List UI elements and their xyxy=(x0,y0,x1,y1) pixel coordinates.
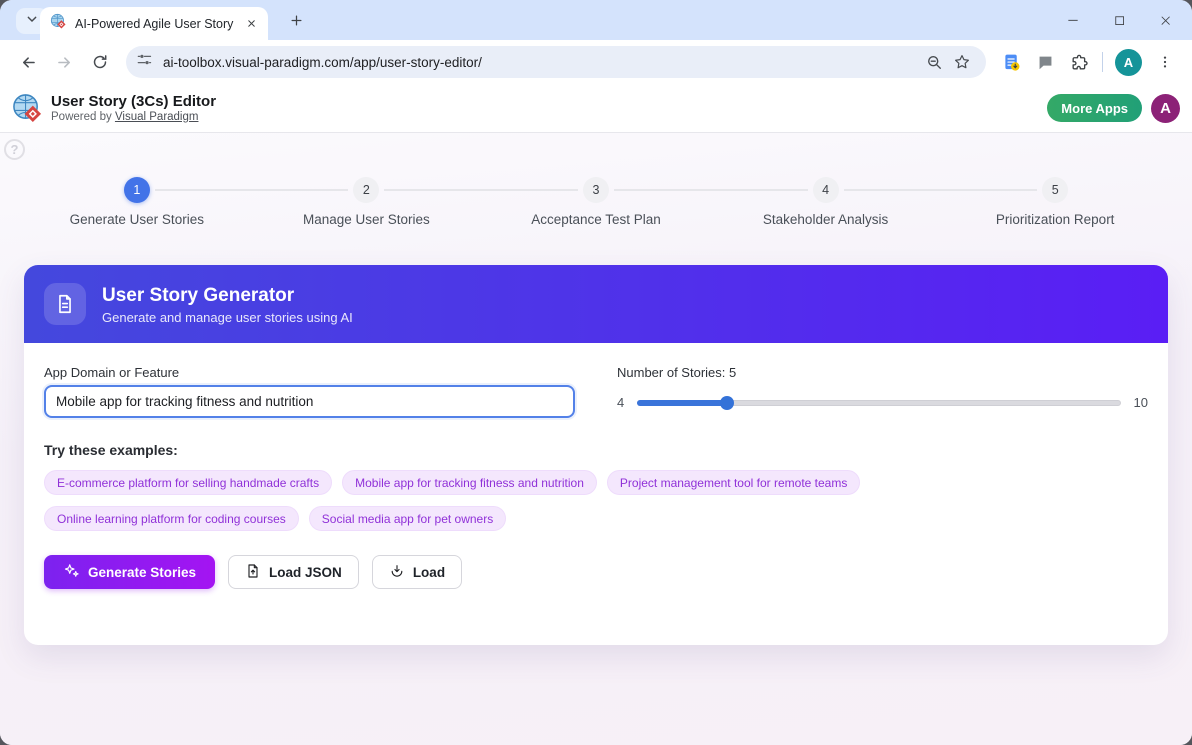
browser-tab[interactable]: AI-Powered Agile User Story 3C xyxy=(40,7,268,40)
action-buttons: Generate Stories Load JSON Load xyxy=(44,555,1148,589)
address-bar[interactable]: ai-toolbox.visual-paradigm.com/app/user-… xyxy=(126,46,986,78)
app-header: User Story (3Cs) Editor Powered by Visua… xyxy=(0,84,1192,133)
load-label: Load xyxy=(413,565,445,580)
plus-icon xyxy=(289,13,304,33)
browser-window: AI-Powered Agile User Story 3C ai-toolbo… xyxy=(0,0,1192,745)
header-right-cluster: More Apps A xyxy=(1047,94,1180,123)
sparkle-icon xyxy=(63,562,80,582)
document-icon xyxy=(44,283,86,325)
page-main: ? 1 Generate User Stories 2 Manage User … xyxy=(0,133,1192,745)
load-button[interactable]: Load xyxy=(372,555,462,589)
stories-slider[interactable] xyxy=(637,396,1120,410)
slider-thumb[interactable] xyxy=(720,396,734,410)
app-user-avatar[interactable]: A xyxy=(1151,94,1180,123)
tab-close-icon[interactable] xyxy=(242,15,260,33)
powered-by: Powered by Visual Paradigm xyxy=(51,110,216,124)
slider-min-label: 4 xyxy=(617,395,624,410)
example-chip[interactable]: E-commerce platform for selling handmade… xyxy=(44,470,332,495)
stories-field-group: Number of Stories: 5 4 10 xyxy=(617,365,1148,418)
tab-favicon-icon xyxy=(50,13,67,35)
step-number: 3 xyxy=(583,177,609,203)
step-label: Acceptance Test Plan xyxy=(531,212,661,227)
step-manage-user-stories[interactable]: 2 Manage User Stories xyxy=(252,177,482,227)
app-titles: User Story (3Cs) Editor Powered by Visua… xyxy=(51,93,216,124)
example-chip[interactable]: Project management tool for remote teams xyxy=(607,470,860,495)
example-chip[interactable]: Online learning platform for coding cour… xyxy=(44,506,299,531)
step-connector xyxy=(155,189,349,191)
tab-title: AI-Powered Agile User Story 3C xyxy=(75,17,236,31)
step-connector xyxy=(614,189,808,191)
card-banner: User Story Generator Generate and manage… xyxy=(24,265,1168,343)
step-number: 1 xyxy=(124,177,150,203)
step-connector xyxy=(844,189,1038,191)
url-text[interactable]: ai-toolbox.visual-paradigm.com/app/user-… xyxy=(163,55,920,70)
visual-paradigm-link[interactable]: Visual Paradigm xyxy=(115,111,199,123)
zoom-out-icon[interactable] xyxy=(920,48,948,76)
step-number: 5 xyxy=(1042,177,1068,203)
example-chips: E-commerce platform for selling handmade… xyxy=(44,470,1044,531)
new-tab-button[interactable] xyxy=(282,9,310,37)
load-json-label: Load JSON xyxy=(269,565,342,580)
step-label: Manage User Stories xyxy=(303,212,430,227)
site-settings-icon[interactable] xyxy=(136,51,153,73)
minimize-button[interactable] xyxy=(1050,0,1096,40)
bookmark-star-icon[interactable] xyxy=(948,48,976,76)
browser-titlebar: AI-Powered Agile User Story 3C xyxy=(0,0,1192,40)
window-controls xyxy=(1050,0,1188,40)
browser-profile-avatar[interactable]: A xyxy=(1115,49,1142,76)
browser-toolbar: ai-toolbox.visual-paradigm.com/app/user-… xyxy=(0,40,1192,84)
docs-extension-icon[interactable] xyxy=(994,45,1028,79)
wizard-stepper: 1 Generate User Stories 2 Manage User St… xyxy=(22,177,1170,227)
help-icon[interactable]: ? xyxy=(4,139,25,160)
more-apps-button[interactable]: More Apps xyxy=(1047,94,1142,122)
load-json-button[interactable]: Load JSON xyxy=(228,555,359,589)
step-number: 2 xyxy=(353,177,379,203)
step-label: Generate User Stories xyxy=(70,212,204,227)
examples-label: Try these examples: xyxy=(44,442,1148,458)
step-label: Stakeholder Analysis xyxy=(763,212,888,227)
step-prioritization-report[interactable]: 5 Prioritization Report xyxy=(940,177,1170,227)
domain-field-label: App Domain or Feature xyxy=(44,365,575,380)
card-subtitle: Generate and manage user stories using A… xyxy=(102,310,353,325)
slider-max-label: 10 xyxy=(1134,395,1148,410)
step-acceptance-test-plan[interactable]: 3 Acceptance Test Plan xyxy=(481,177,711,227)
domain-input[interactable] xyxy=(44,385,575,418)
domain-field-group: App Domain or Feature xyxy=(44,365,575,418)
close-window-button[interactable] xyxy=(1142,0,1188,40)
user-story-generator-card: User Story Generator Generate and manage… xyxy=(24,265,1168,645)
toolbar-divider xyxy=(1102,52,1103,72)
card-title: User Story Generator xyxy=(102,284,353,307)
chevron-down-icon xyxy=(24,11,40,32)
visual-paradigm-logo-icon xyxy=(12,93,43,124)
step-label: Prioritization Report xyxy=(996,212,1115,227)
back-button[interactable] xyxy=(10,44,46,80)
powered-by-prefix: Powered by xyxy=(51,111,112,123)
maximize-button[interactable] xyxy=(1096,0,1142,40)
chat-extension-icon[interactable] xyxy=(1028,45,1062,79)
app-title: User Story (3Cs) Editor xyxy=(51,93,216,110)
step-connector xyxy=(384,189,578,191)
extensions-puzzle-icon[interactable] xyxy=(1062,45,1096,79)
generate-stories-label: Generate Stories xyxy=(88,565,196,580)
download-icon xyxy=(389,563,405,582)
step-generate-user-stories[interactable]: 1 Generate User Stories xyxy=(22,177,252,227)
step-number: 4 xyxy=(813,177,839,203)
file-upload-icon xyxy=(245,563,261,582)
generate-stories-button[interactable]: Generate Stories xyxy=(44,555,215,589)
stories-slider-fill xyxy=(637,400,727,406)
forward-button[interactable] xyxy=(46,44,82,80)
example-chip[interactable]: Social media app for pet owners xyxy=(309,506,506,531)
browser-menu-kebab-icon[interactable] xyxy=(1148,45,1182,79)
banner-text: User Story Generator Generate and manage… xyxy=(102,284,353,325)
stories-count-label: Number of Stories: 5 xyxy=(617,365,1148,380)
example-chip[interactable]: Mobile app for tracking fitness and nutr… xyxy=(342,470,597,495)
step-stakeholder-analysis[interactable]: 4 Stakeholder Analysis xyxy=(711,177,941,227)
reload-button[interactable] xyxy=(82,44,118,80)
